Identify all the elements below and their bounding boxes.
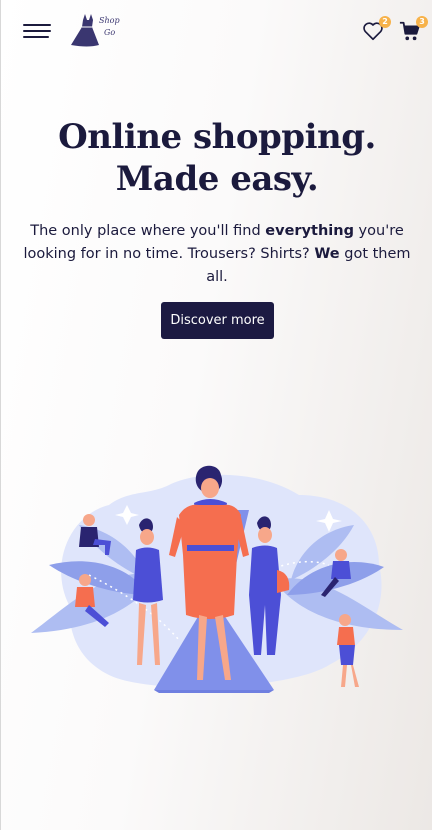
logo-line-2: Go — [104, 28, 116, 37]
hero-subtitle: The only place where you'll find everyth… — [1, 220, 432, 289]
fashion-runway-illustration — [31, 465, 403, 693]
wishlist-button[interactable]: 2 — [362, 16, 391, 44]
subtitle-emphasis-everything: everything — [265, 223, 354, 239]
header: Shop Go 2 3 — [1, 0, 432, 64]
logo-line-1: Shop — [99, 16, 120, 25]
subtitle-emphasis-we: We — [314, 246, 340, 262]
wishlist-count-badge: 2 — [379, 16, 391, 28]
hero-title: Online shopping. Made easy. — [58, 117, 376, 199]
logo-text[interactable]: Shop Go — [99, 15, 120, 39]
discover-more-button[interactable]: Discover more — [161, 302, 274, 339]
cart-button[interactable]: 3 — [399, 16, 428, 44]
hamburger-menu-icon[interactable] — [23, 22, 51, 42]
subtitle-text-1: The only place where you'll find — [30, 223, 266, 239]
cart-count-badge: 3 — [416, 16, 428, 28]
